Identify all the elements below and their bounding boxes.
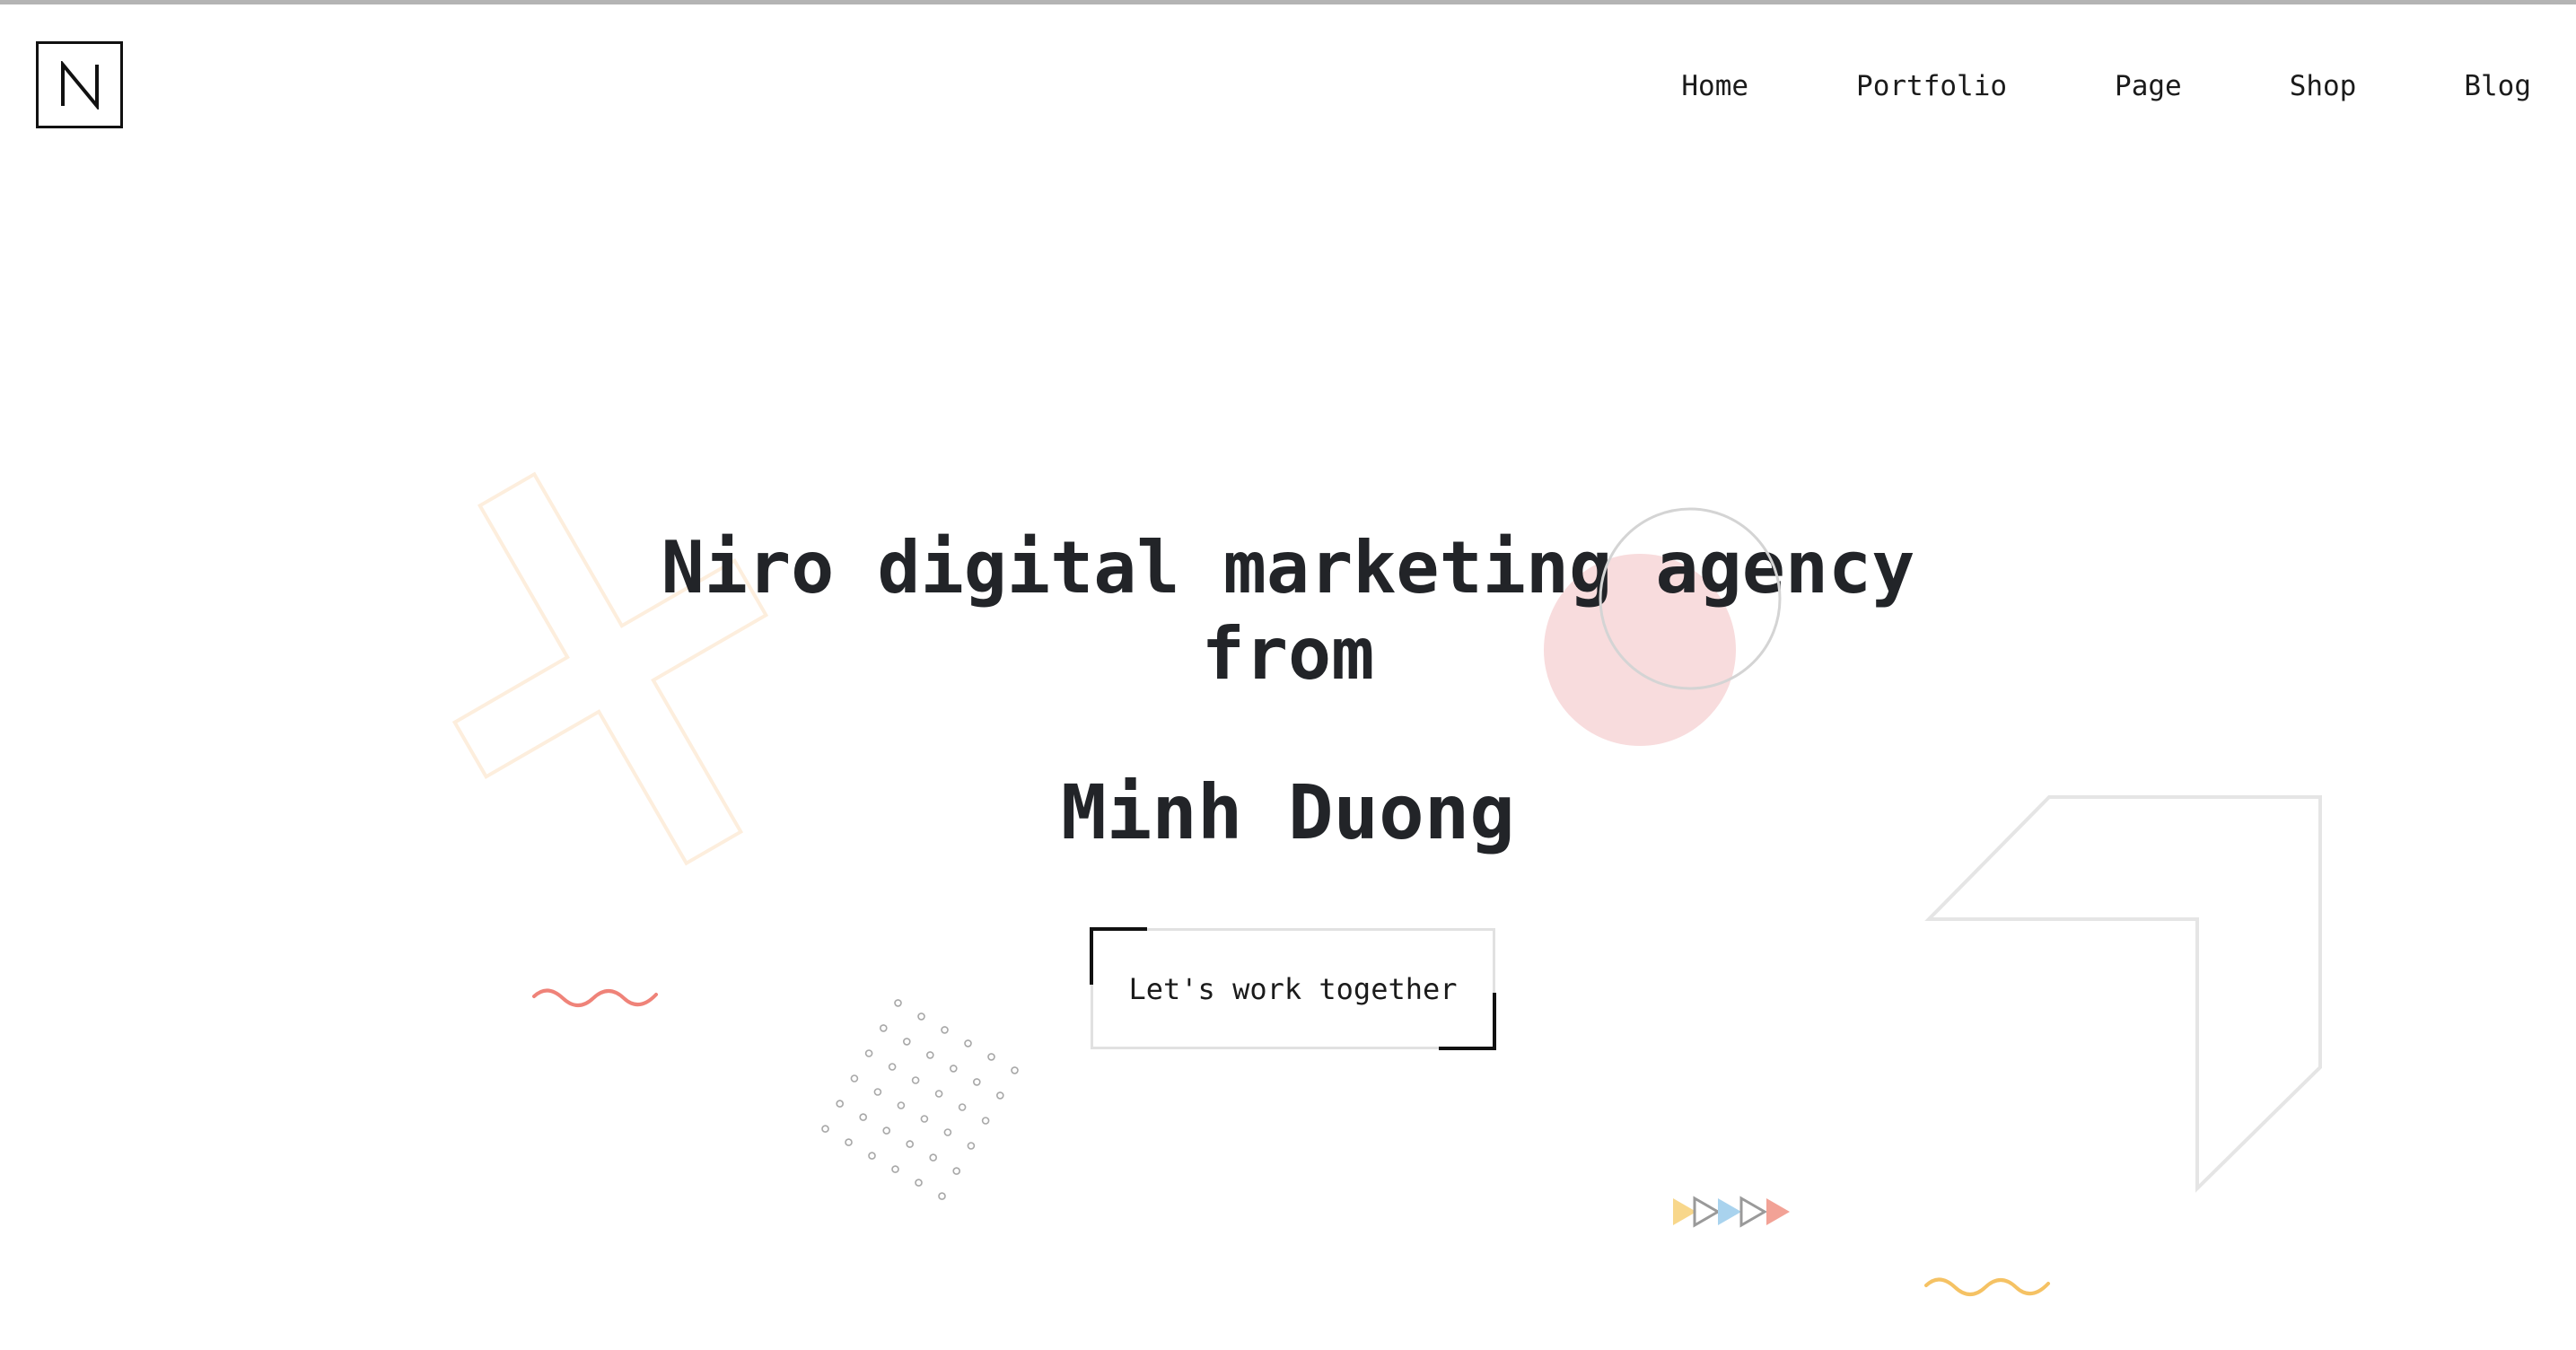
grid-dot bbox=[821, 1125, 829, 1133]
grid-dot bbox=[952, 1167, 960, 1175]
button-corner-top-left bbox=[1090, 927, 1147, 985]
grid-dot bbox=[967, 1142, 976, 1150]
grid-dot bbox=[987, 1053, 995, 1061]
grid-dot bbox=[911, 1076, 920, 1084]
grid-dot bbox=[917, 1012, 925, 1021]
hero-title: Niro digital marketing agency from bbox=[0, 525, 2576, 697]
grid-dot bbox=[1011, 1066, 1019, 1074]
grid-dot bbox=[873, 1088, 882, 1096]
dot-grid-decoration bbox=[781, 956, 1059, 1243]
hero-name: Minh Duong bbox=[1061, 768, 1515, 856]
grid-dot bbox=[859, 1113, 867, 1121]
nav-portfolio[interactable]: Portfolio bbox=[1856, 66, 2007, 106]
grid-dot bbox=[943, 1128, 952, 1136]
gray-circle-decoration bbox=[1598, 506, 1783, 691]
grid-dot bbox=[894, 999, 902, 1007]
grid-dot bbox=[938, 1192, 946, 1200]
grid-dot bbox=[958, 1103, 967, 1111]
button-corner-bottom-right bbox=[1439, 993, 1496, 1050]
hero-title-line-2: from bbox=[1201, 612, 1375, 696]
grid-dot bbox=[973, 1078, 981, 1086]
logo-n-icon bbox=[60, 60, 99, 110]
grid-dot bbox=[950, 1065, 958, 1073]
grid-dot bbox=[897, 1101, 906, 1109]
hero-title-line-1: Niro digital marketing agency bbox=[661, 526, 1915, 609]
yellow-wave-decoration bbox=[1924, 1276, 2050, 1303]
grid-dot bbox=[996, 1091, 1004, 1100]
grid-dot bbox=[903, 1038, 911, 1046]
grid-dot bbox=[964, 1039, 972, 1048]
triangles-decoration bbox=[1671, 1196, 1797, 1228]
grid-dot bbox=[868, 1152, 876, 1160]
nav-home[interactable]: Home bbox=[1681, 66, 1748, 106]
grid-dot bbox=[934, 1090, 943, 1098]
grid-dot bbox=[929, 1153, 937, 1162]
nav-shop[interactable]: Shop bbox=[2290, 66, 2357, 106]
grid-dot bbox=[880, 1024, 888, 1032]
grid-dot bbox=[915, 1179, 923, 1187]
logo[interactable] bbox=[36, 41, 123, 128]
grid-dot bbox=[906, 1140, 914, 1148]
grid-dot bbox=[926, 1051, 934, 1059]
lets-work-together-button[interactable]: Let's work together bbox=[1090, 927, 1496, 1050]
grid-dot bbox=[850, 1074, 859, 1083]
grid-dot bbox=[920, 1115, 929, 1123]
grid-dot bbox=[941, 1026, 949, 1034]
grid-dot bbox=[888, 1063, 897, 1071]
grid-dot bbox=[836, 1100, 844, 1108]
grid-dot bbox=[981, 1117, 990, 1125]
grid-dot bbox=[845, 1138, 853, 1146]
nav-blog[interactable]: Blog bbox=[2464, 66, 2531, 106]
main-nav: Home Portfolio Page Shop Blog bbox=[1681, 66, 2531, 106]
grid-dot bbox=[864, 1049, 873, 1057]
red-wave-decoration bbox=[532, 987, 658, 1014]
top-border bbox=[0, 0, 2576, 4]
grid-dot bbox=[891, 1165, 899, 1173]
grid-dot bbox=[882, 1126, 890, 1135]
cta-label: Let's work together bbox=[1128, 971, 1458, 1006]
nav-page[interactable]: Page bbox=[2115, 66, 2182, 106]
